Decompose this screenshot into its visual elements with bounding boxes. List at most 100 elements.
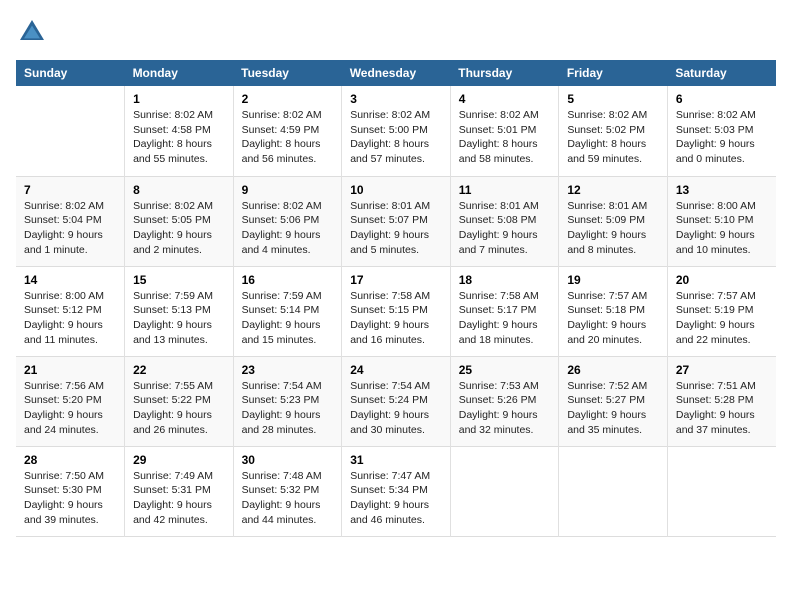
day-content: Sunrise: 7:54 AMSunset: 5:24 PMDaylight:… [350, 379, 442, 438]
calendar-cell: 13 Sunrise: 8:00 AMSunset: 5:10 PMDayligh… [667, 176, 776, 266]
calendar-cell: 9 Sunrise: 8:02 AMSunset: 5:06 PMDaylight… [233, 176, 342, 266]
day-number: 28 [24, 453, 116, 467]
day-number: 7 [24, 183, 116, 197]
day-number: 6 [676, 92, 768, 106]
week-row-4: 21 Sunrise: 7:56 AMSunset: 5:20 PMDayligh… [16, 356, 776, 446]
day-content: Sunrise: 8:02 AMSunset: 5:00 PMDaylight:… [350, 108, 442, 167]
day-number: 10 [350, 183, 442, 197]
day-number: 12 [567, 183, 659, 197]
calendar-cell: 7 Sunrise: 8:02 AMSunset: 5:04 PMDaylight… [16, 176, 125, 266]
day-number: 16 [242, 273, 334, 287]
day-header-sunday: Sunday [16, 60, 125, 86]
day-header-tuesday: Tuesday [233, 60, 342, 86]
day-number: 8 [133, 183, 225, 197]
day-number: 3 [350, 92, 442, 106]
calendar-cell [16, 86, 125, 176]
day-header-thursday: Thursday [450, 60, 559, 86]
day-content: Sunrise: 7:56 AMSunset: 5:20 PMDaylight:… [24, 379, 116, 438]
calendar-cell: 1Sunrise: 8:02 AMSunset: 4:58 PMDaylight… [125, 86, 234, 176]
calendar-cell: 28 Sunrise: 7:50 AMSunset: 5:30 PMDayligh… [16, 446, 125, 536]
day-number: 11 [459, 183, 551, 197]
calendar-cell: 23Sunrise: 7:54 AMSunset: 5:23 PMDayligh… [233, 356, 342, 446]
calendar-cell: 18Sunrise: 7:58 AMSunset: 5:17 PMDayligh… [450, 266, 559, 356]
day-content: Sunrise: 8:02 AMSunset: 4:59 PMDaylight:… [242, 108, 334, 167]
calendar-cell: 20 Sunrise: 7:57 AMSunset: 5:19 PMDayligh… [667, 266, 776, 356]
day-number: 24 [350, 363, 442, 377]
day-content: Sunrise: 8:02 AMSunset: 5:04 PMDaylight:… [24, 199, 116, 258]
day-content: Sunrise: 8:02 AMSunset: 5:02 PMDaylight:… [567, 108, 659, 167]
calendar-cell: 12 Sunrise: 8:01 AMSunset: 5:09 PMDayligh… [559, 176, 668, 266]
calendar-cell: 25 Sunrise: 7:53 AMSunset: 5:26 PMDayligh… [450, 356, 559, 446]
day-number: 22 [133, 363, 225, 377]
calendar-cell [559, 446, 668, 536]
calendar-cell: 15 Sunrise: 7:59 AMSunset: 5:13 PMDayligh… [125, 266, 234, 356]
day-number: 9 [242, 183, 334, 197]
day-number: 17 [350, 273, 442, 287]
calendar-cell: 5 Sunrise: 8:02 AMSunset: 5:02 PMDaylight… [559, 86, 668, 176]
day-content: Sunrise: 8:02 AMSunset: 5:05 PMDaylight:… [133, 199, 225, 258]
day-content: Sunrise: 7:51 AMSunset: 5:28 PMDaylight:… [676, 379, 768, 438]
calendar-cell: 21 Sunrise: 7:56 AMSunset: 5:20 PMDayligh… [16, 356, 125, 446]
day-number: 15 [133, 273, 225, 287]
day-content: Sunrise: 7:59 AMSunset: 5:13 PMDaylight:… [133, 289, 225, 348]
day-number: 20 [676, 273, 768, 287]
day-number: 4 [459, 92, 551, 106]
calendar-cell: 30 Sunrise: 7:48 AMSunset: 5:32 PMDayligh… [233, 446, 342, 536]
calendar-cell: 27Sunrise: 7:51 AMSunset: 5:28 PMDayligh… [667, 356, 776, 446]
day-content: Sunrise: 8:01 AMSunset: 5:08 PMDaylight:… [459, 199, 551, 258]
calendar-cell: 26 Sunrise: 7:52 AMSunset: 5:27 PMDayligh… [559, 356, 668, 446]
calendar-table: SundayMondayTuesdayWednesdayThursdayFrid… [16, 60, 776, 537]
calendar-cell: 11 Sunrise: 8:01 AMSunset: 5:08 PMDayligh… [450, 176, 559, 266]
logo [16, 16, 52, 48]
calendar-cell: 24 Sunrise: 7:54 AMSunset: 5:24 PMDayligh… [342, 356, 451, 446]
day-number: 1 [133, 92, 225, 106]
day-number: 13 [676, 183, 768, 197]
day-content: Sunrise: 8:01 AMSunset: 5:07 PMDaylight:… [350, 199, 442, 258]
week-row-5: 28 Sunrise: 7:50 AMSunset: 5:30 PMDayligh… [16, 446, 776, 536]
day-content: Sunrise: 8:00 AMSunset: 5:12 PMDaylight:… [24, 289, 116, 348]
day-number: 26 [567, 363, 659, 377]
day-number: 23 [242, 363, 334, 377]
page-header [16, 16, 776, 48]
day-number: 18 [459, 273, 551, 287]
day-content: Sunrise: 7:50 AMSunset: 5:30 PMDaylight:… [24, 469, 116, 528]
calendar-cell: 2 Sunrise: 8:02 AMSunset: 4:59 PMDaylight… [233, 86, 342, 176]
week-row-2: 7 Sunrise: 8:02 AMSunset: 5:04 PMDaylight… [16, 176, 776, 266]
calendar-cell: 19Sunrise: 7:57 AMSunset: 5:18 PMDayligh… [559, 266, 668, 356]
day-content: Sunrise: 7:49 AMSunset: 5:31 PMDaylight:… [133, 469, 225, 528]
day-content: Sunrise: 7:55 AMSunset: 5:22 PMDaylight:… [133, 379, 225, 438]
calendar-cell [450, 446, 559, 536]
day-content: Sunrise: 7:57 AMSunset: 5:19 PMDaylight:… [676, 289, 768, 348]
day-number: 21 [24, 363, 116, 377]
logo-icon [16, 16, 48, 48]
day-number: 14 [24, 273, 116, 287]
calendar-cell: 31Sunrise: 7:47 AMSunset: 5:34 PMDayligh… [342, 446, 451, 536]
day-number: 5 [567, 92, 659, 106]
day-number: 2 [242, 92, 334, 106]
day-content: Sunrise: 7:57 AMSunset: 5:18 PMDaylight:… [567, 289, 659, 348]
day-content: Sunrise: 8:02 AMSunset: 5:06 PMDaylight:… [242, 199, 334, 258]
day-content: Sunrise: 7:52 AMSunset: 5:27 PMDaylight:… [567, 379, 659, 438]
day-content: Sunrise: 8:01 AMSunset: 5:09 PMDaylight:… [567, 199, 659, 258]
calendar-cell: 4 Sunrise: 8:02 AMSunset: 5:01 PMDaylight… [450, 86, 559, 176]
calendar-cell: 6 Sunrise: 8:02 AMSunset: 5:03 PMDaylight… [667, 86, 776, 176]
day-header-saturday: Saturday [667, 60, 776, 86]
calendar-cell: 8 Sunrise: 8:02 AMSunset: 5:05 PMDaylight… [125, 176, 234, 266]
day-header-wednesday: Wednesday [342, 60, 451, 86]
day-number: 25 [459, 363, 551, 377]
day-content: Sunrise: 8:02 AMSunset: 5:03 PMDaylight:… [676, 108, 768, 167]
calendar-cell: 17Sunrise: 7:58 AMSunset: 5:15 PMDayligh… [342, 266, 451, 356]
day-content: Sunrise: 8:00 AMSunset: 5:10 PMDaylight:… [676, 199, 768, 258]
day-content: Sunrise: 7:59 AMSunset: 5:14 PMDaylight:… [242, 289, 334, 348]
calendar-cell: 22 Sunrise: 7:55 AMSunset: 5:22 PMDayligh… [125, 356, 234, 446]
calendar-cell: 14 Sunrise: 8:00 AMSunset: 5:12 PMDayligh… [16, 266, 125, 356]
calendar-cell: 16 Sunrise: 7:59 AMSunset: 5:14 PMDayligh… [233, 266, 342, 356]
day-number: 30 [242, 453, 334, 467]
day-content: Sunrise: 7:48 AMSunset: 5:32 PMDaylight:… [242, 469, 334, 528]
day-content: Sunrise: 7:53 AMSunset: 5:26 PMDaylight:… [459, 379, 551, 438]
calendar-cell [667, 446, 776, 536]
calendar-cell: 29Sunrise: 7:49 AMSunset: 5:31 PMDayligh… [125, 446, 234, 536]
day-content: Sunrise: 8:02 AMSunset: 5:01 PMDaylight:… [459, 108, 551, 167]
week-row-1: 1Sunrise: 8:02 AMSunset: 4:58 PMDaylight… [16, 86, 776, 176]
day-header-friday: Friday [559, 60, 668, 86]
